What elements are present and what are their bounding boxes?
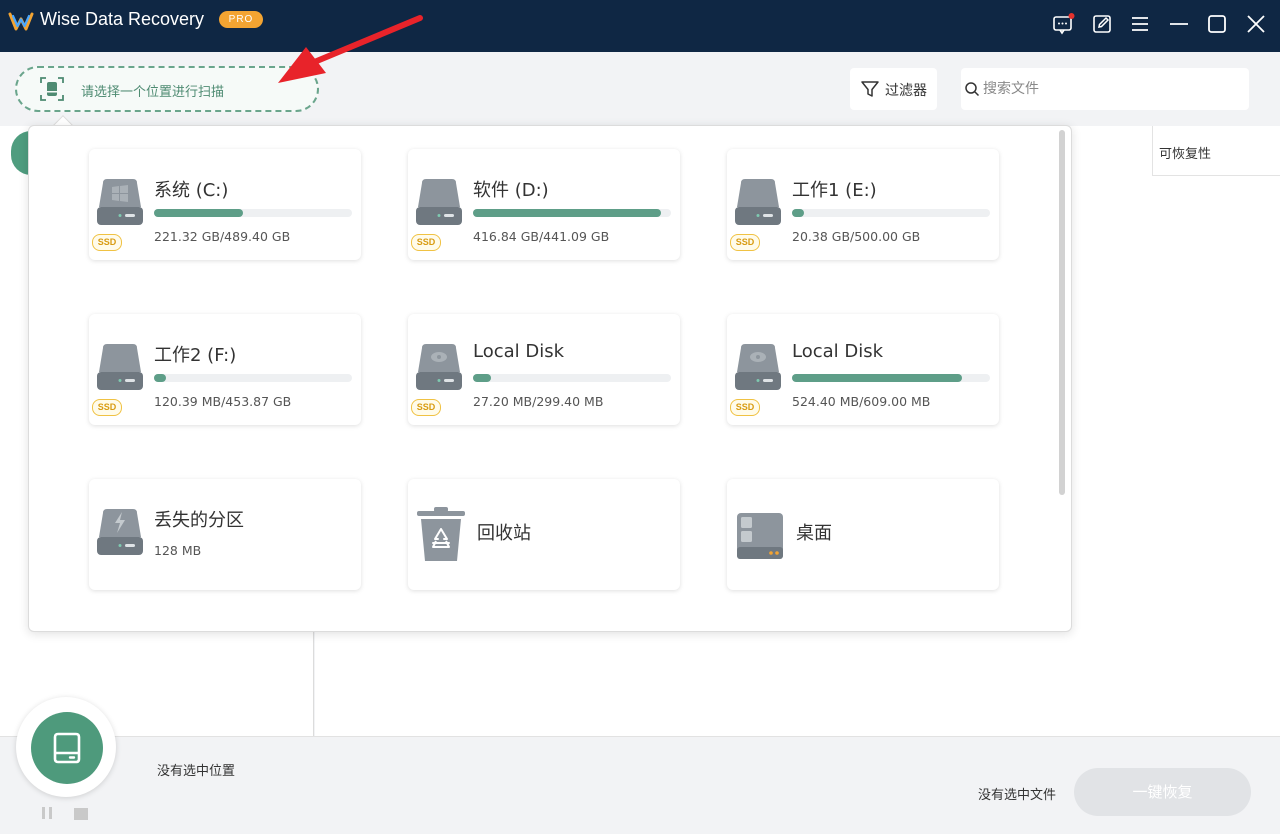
minimize-icon[interactable]: [1167, 12, 1191, 36]
drive-usage-bar: [473, 374, 671, 382]
filter-button[interactable]: 过滤器: [850, 68, 937, 110]
search-input[interactable]: [983, 78, 1233, 100]
lost-partition-icon: [97, 509, 143, 555]
search-box: [961, 68, 1249, 110]
drive-card-f[interactable]: SSD 工作2 (F:) 120.39 MB/453.87 GB: [89, 314, 361, 425]
close-icon[interactable]: [1244, 12, 1268, 36]
drive-scan-icon: [53, 732, 81, 764]
recycle-bin-name: 回收站: [477, 523, 531, 544]
drive-name: 工作1 (E:): [792, 180, 877, 201]
drive-usage-fill: [792, 374, 963, 382]
windows-drive-icon: [97, 179, 143, 225]
edit-icon[interactable]: [1090, 12, 1114, 36]
desktop-card[interactable]: 桌面: [727, 479, 999, 590]
drive-usage-bar: [154, 374, 352, 382]
recycle-bin-card[interactable]: 回收站: [408, 479, 680, 590]
selected-file-status: 没有选中文件: [978, 788, 1057, 803]
local-disk-icon: [416, 344, 462, 390]
pause-icon[interactable]: [40, 806, 54, 820]
drive-usage-fill: [154, 374, 166, 382]
drive-name: Local Disk: [792, 341, 884, 362]
drive-card-c[interactable]: SSD 系统 (C:) 221.32 GB/489.40 GB: [89, 149, 361, 260]
drive-icon: [416, 179, 462, 225]
drive-usage-bar: [473, 209, 671, 217]
popup-scrollbar[interactable]: [1059, 130, 1065, 495]
drive-usage-fill: [473, 374, 491, 382]
lost-partition-name: 丢失的分区: [154, 510, 244, 531]
search-icon: [965, 82, 980, 97]
drive-size: 27.20 MB/299.40 MB: [473, 394, 604, 409]
scan-location-label: 请选择一个位置进行扫描: [81, 85, 225, 100]
app-logo-icon: [8, 12, 34, 31]
menu-icon[interactable]: [1128, 12, 1152, 36]
drive-card-local-disk-2[interactable]: SSD Local Disk 524.40 MB/609.00 MB: [727, 314, 999, 425]
drive-size: 416.84 GB/441.09 GB: [473, 229, 610, 244]
drive-name: 工作2 (F:): [154, 345, 237, 366]
drive-name: 系统 (C:): [154, 180, 229, 201]
drive-name: Local Disk: [473, 341, 565, 362]
ssd-badge: SSD: [92, 234, 122, 251]
scan-button[interactable]: [31, 712, 103, 784]
filter-label: 过滤器: [885, 83, 927, 99]
recoverability-column-header[interactable]: 可恢复性: [1152, 126, 1280, 176]
recycle-bin-icon: [417, 507, 465, 561]
drive-size: 221.32 GB/489.40 GB: [154, 229, 291, 244]
annotation-arrow-icon: [278, 15, 423, 83]
drive-size: 120.39 MB/453.87 GB: [154, 394, 292, 409]
drive-card-e[interactable]: SSD 工作1 (E:) 20.38 GB/500.00 GB: [727, 149, 999, 260]
desktop-icon: [737, 513, 783, 559]
drive-usage-fill: [792, 209, 804, 217]
drive-usage-bar: [792, 209, 990, 217]
drive-card-local-disk-1[interactable]: SSD Local Disk 27.20 MB/299.40 MB: [408, 314, 680, 425]
drive-size: 524.40 MB/609.00 MB: [792, 394, 931, 409]
lost-partition-size: 128 MB: [154, 543, 202, 558]
ssd-badge: SSD: [411, 234, 441, 251]
drive-icon: [97, 344, 143, 390]
filter-icon: [861, 81, 879, 97]
drive-card-d[interactable]: SSD 软件 (D:) 416.84 GB/441.09 GB: [408, 149, 680, 260]
drive-usage-bar: [154, 209, 352, 217]
ssd-badge: SSD: [730, 399, 760, 416]
recover-button[interactable]: 一键恢复: [1074, 768, 1251, 816]
lost-partition-card[interactable]: 丢失的分区 128 MB: [89, 479, 361, 590]
selected-location-status: 没有选中位置: [157, 764, 236, 779]
title-bar: Wise Data Recovery PRO: [0, 0, 1280, 52]
ssd-badge: SSD: [730, 234, 760, 251]
feedback-icon[interactable]: [1051, 12, 1075, 36]
local-disk-icon: [735, 344, 781, 390]
drive-usage-bar: [792, 374, 990, 382]
drive-size: 20.38 GB/500.00 GB: [792, 229, 921, 244]
ssd-badge: SSD: [411, 399, 441, 416]
drive-usage-fill: [154, 209, 244, 217]
app-title: Wise Data Recovery: [40, 9, 205, 29]
pro-badge: PRO: [219, 11, 263, 28]
recoverability-header-label: 可恢复性: [1159, 147, 1212, 162]
drive-icon: [735, 179, 781, 225]
maximize-icon[interactable]: [1205, 12, 1229, 36]
ssd-badge: SSD: [92, 399, 122, 416]
drive-name: 软件 (D:): [473, 180, 549, 201]
scan-drive-icon: [40, 77, 64, 101]
stop-icon[interactable]: [74, 808, 88, 820]
desktop-name: 桌面: [796, 523, 832, 544]
drive-usage-fill: [473, 209, 662, 217]
